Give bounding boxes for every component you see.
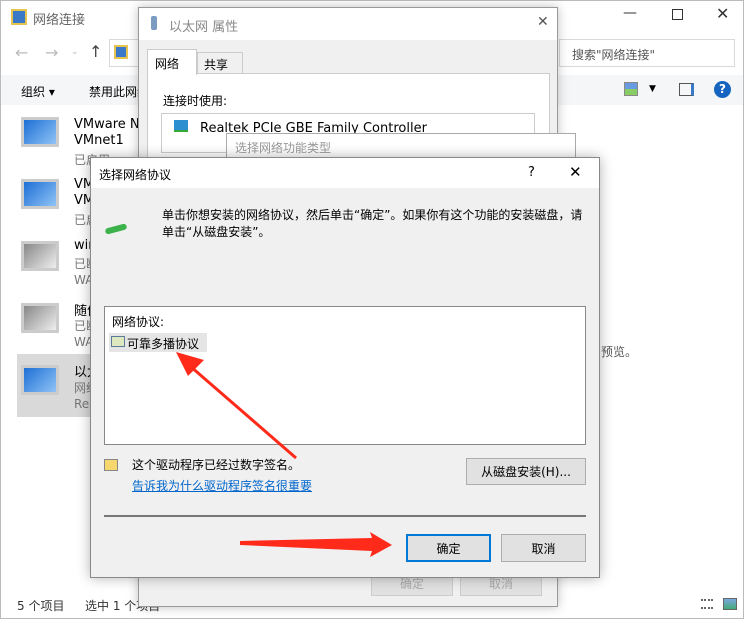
arrow-to-protocol	[176, 352, 297, 460]
arrow-to-ok	[240, 532, 392, 557]
tab-network[interactable]: 网络	[147, 49, 197, 75]
annotation-arrows	[176, 352, 392, 557]
